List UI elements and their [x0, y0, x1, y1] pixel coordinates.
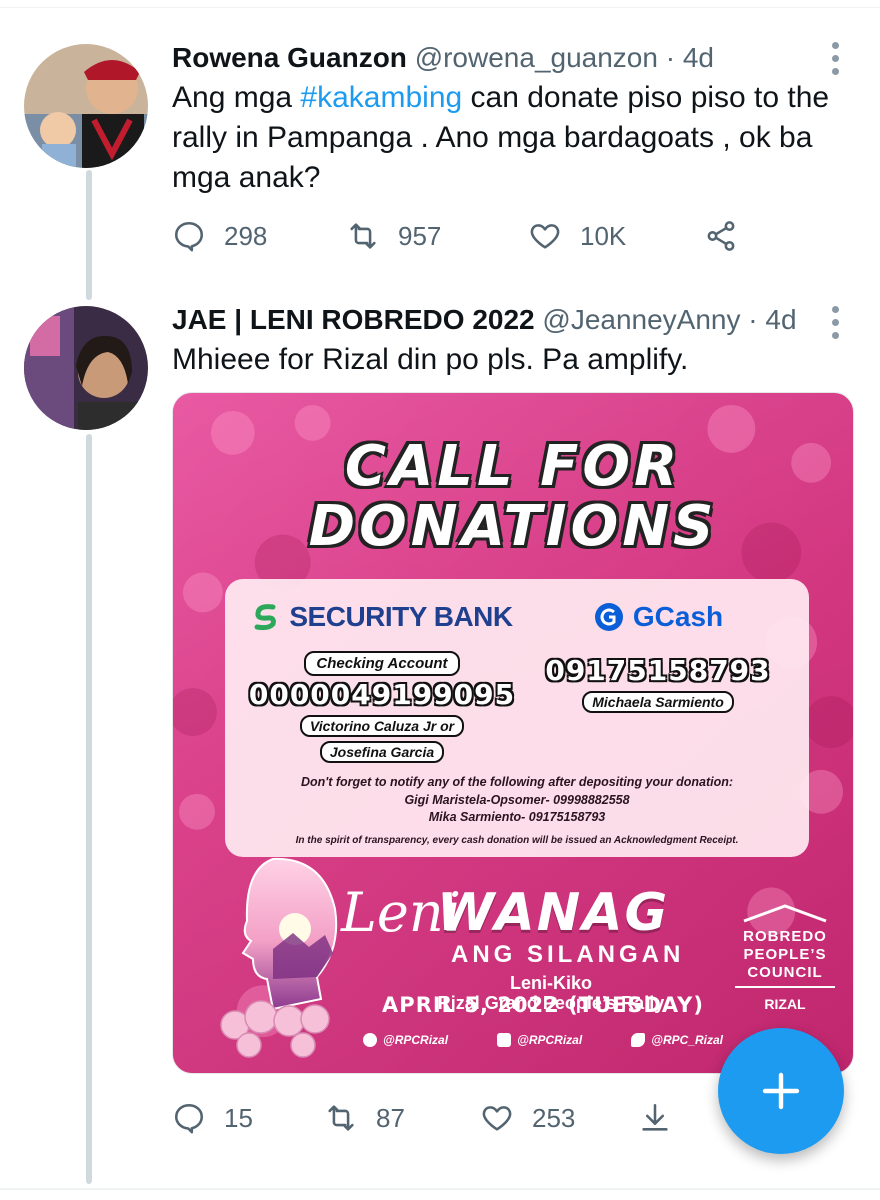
- tweet-1-text-before: Ang mga: [172, 81, 301, 114]
- gcash-block: GCash 09175158793 Michaela Sarmiento: [523, 601, 793, 713]
- security-bank-brand: SECURITY BANK: [251, 601, 513, 633]
- avatar-rowena-image: [24, 44, 148, 168]
- event-sub-ang-silangan: ANG SILANGAN: [451, 941, 685, 968]
- council-line-3: COUNCIL: [735, 964, 835, 988]
- reply-button[interactable]: 298: [172, 219, 346, 253]
- event-word-wanag: WANAG: [437, 883, 670, 943]
- bank-holder-line-2: Josefina Garcia: [319, 741, 445, 763]
- like-icon: [482, 1106, 512, 1131]
- security-bank-name: SECURITY BANK: [289, 601, 513, 632]
- share-button[interactable]: [704, 219, 738, 253]
- house-roof-icon: [743, 904, 827, 923]
- reply-icon: [174, 1103, 204, 1134]
- instagram-icon: [497, 1033, 512, 1047]
- retweet-button[interactable]: 87: [324, 1101, 480, 1135]
- gcash-logo-icon: [594, 603, 623, 631]
- reply-count: 298: [224, 220, 268, 251]
- download-button[interactable]: [638, 1101, 672, 1135]
- reply-icon: [174, 221, 204, 252]
- retweet-button[interactable]: 957: [346, 219, 528, 253]
- gcash-name: GCash: [632, 601, 724, 632]
- compose-tweet-button[interactable]: [718, 1028, 844, 1154]
- poster-facebook: @RPCRizal: [363, 1033, 448, 1047]
- like-count: 10K: [580, 220, 627, 251]
- bank-account-number: 0000049199095: [248, 678, 516, 711]
- hashtag-link[interactable]: #kakambing: [300, 81, 462, 114]
- poster-headline-line-2: DONATIONS: [308, 494, 718, 559]
- notice-line-2: Gigi Maristela-Opsomer- 09998882558: [404, 793, 630, 807]
- facebook-icon: [363, 1033, 377, 1047]
- bank-holder-line-1: Victorino Caluza Jr or: [299, 715, 465, 737]
- robredo-peoples-council-logo: ROBREDO PEOPLE’S COUNCIL RIZAL: [735, 903, 835, 1012]
- notice-line-1: Don't forget to notify any of the follow…: [300, 775, 734, 789]
- notice-line-4: In the spirit of transparency, every cas…: [295, 835, 739, 846]
- retweet-icon: [350, 223, 376, 249]
- gcash-brand: GCash: [593, 601, 723, 633]
- like-icon: [530, 224, 560, 249]
- tweet-2-separator: ·: [748, 304, 758, 335]
- tweet-1-time[interactable]: 4d: [683, 42, 714, 73]
- tweet-1-more-icon[interactable]: [830, 42, 840, 75]
- bottom-divider: [0, 1188, 880, 1190]
- gcash-holder: Michaela Sarmiento: [582, 691, 734, 713]
- avatar-rowena[interactable]: [24, 44, 148, 168]
- thread-line: [86, 170, 92, 300]
- facebook-handle: @RPCRizal: [383, 1033, 449, 1047]
- tweet-2-handle[interactable]: @JeanneyAnny: [542, 304, 740, 335]
- avatar-jae[interactable]: [24, 306, 148, 430]
- tweet-1-separator: ·: [665, 42, 676, 73]
- event-date: APRIL 5, 2022 (TUESDAY): [382, 993, 704, 1017]
- twitter-icon: [631, 1033, 646, 1047]
- thread-line: [86, 434, 92, 1184]
- council-line-4: RIZAL: [764, 996, 806, 1012]
- instagram-handle: @RPCRizal: [517, 1033, 583, 1047]
- account-type-label: Checking Account: [304, 651, 460, 676]
- tweet-1-text: Ang mga #kakambing can donate piso piso …: [172, 78, 852, 198]
- council-line-2: PEOPLE’S: [743, 946, 827, 963]
- donation-card: SECURITY BANK Checking Account 000004919…: [225, 579, 809, 857]
- tweet-1-handle[interactable]: @rowena_guanzon: [415, 42, 658, 73]
- notice-line-3: Mika Sarmiento- 09175158793: [428, 810, 606, 824]
- retweet-count: 957: [398, 220, 442, 251]
- tweet-2-actions: 15 87 253: [172, 1098, 672, 1138]
- avatar-jae-image: [24, 306, 148, 430]
- retweet-count: 87: [376, 1102, 405, 1133]
- reply-button[interactable]: 15: [172, 1101, 324, 1135]
- council-line-1: ROBREDO: [743, 928, 827, 945]
- poster-headline-line-1: CALL FOR: [344, 434, 682, 499]
- woman-silhouette-illustration: [220, 857, 338, 1058]
- like-button[interactable]: 10K: [528, 219, 704, 253]
- tweet-2-header: JAE | LENI ROBREDO 2022 @JeanneyAnny · 4…: [172, 304, 797, 336]
- poster-socials: @RPCRizal @RPCRizal @RPC_Rizal: [363, 1033, 723, 1047]
- tweet-2-more-icon[interactable]: [830, 306, 840, 339]
- tweet-1-actions: 298 957 10K: [172, 216, 738, 256]
- compose-plus-icon: [762, 1072, 800, 1110]
- poster-twitter: @RPC_Rizal: [631, 1033, 723, 1047]
- event-line-1: Leni-Kiko: [509, 973, 592, 993]
- tweet-2-text: Mhieee for Rizal din po pls. Pa amplify.: [172, 343, 689, 376]
- twitter-handle: @RPC_Rizal: [651, 1033, 723, 1047]
- security-bank-block: SECURITY BANK Checking Account 000004919…: [247, 601, 517, 763]
- top-divider: [0, 0, 880, 8]
- tweet-2-author-name[interactable]: JAE | LENI ROBREDO 2022: [172, 304, 535, 335]
- tweet-1-author-name[interactable]: Rowena Guanzon: [172, 42, 407, 73]
- tweet-2-media-image[interactable]: CALL FOR DONATIONS SECURITY BANK Checkin…: [172, 392, 854, 1074]
- like-count: 253: [532, 1102, 576, 1133]
- security-bank-logo-icon: [254, 604, 277, 631]
- reply-count: 15: [224, 1102, 253, 1133]
- tweet-2-time[interactable]: 4d: [765, 304, 796, 335]
- like-button[interactable]: 253: [480, 1101, 638, 1135]
- share-icon: [707, 221, 735, 251]
- tweet-1-header: Rowena Guanzon @rowena_guanzon · 4d: [172, 42, 714, 74]
- retweet-icon: [328, 1105, 354, 1131]
- gcash-number: 09175158793: [545, 654, 771, 687]
- poster-instagram: @RPCRizal: [497, 1033, 582, 1047]
- download-icon: [642, 1103, 668, 1131]
